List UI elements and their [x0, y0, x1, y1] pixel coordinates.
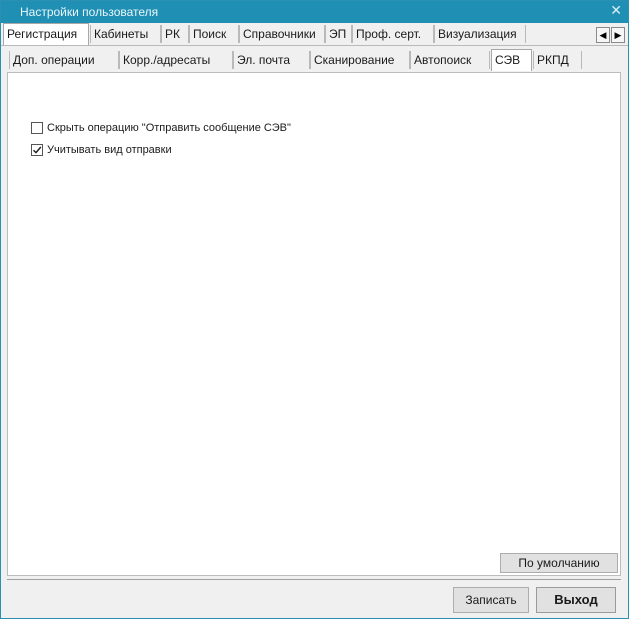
tab-sev[interactable]: СЭВ: [491, 49, 532, 71]
close-icon[interactable]: ✕: [610, 2, 622, 19]
checkmark-icon: [33, 146, 42, 154]
sub-tabs: Доп. операции Корр./адресаты Эл. почта С…: [1, 49, 628, 71]
option-label: Учитывать вид отправки: [47, 144, 172, 156]
exit-button[interactable]: Выход: [536, 587, 616, 613]
footer-separator: [7, 579, 621, 580]
tab-directories[interactable]: Справочники: [239, 25, 325, 43]
checkbox-checked[interactable]: [31, 144, 43, 156]
settings-window: Настройки пользователя ✕ Регистрация Каб…: [0, 0, 629, 619]
tab-ep[interactable]: ЭП: [325, 25, 352, 43]
checkbox[interactable]: [31, 122, 43, 134]
tab-extra-operations[interactable]: Доп. операции: [9, 51, 119, 69]
sev-settings-panel: Скрыть операцию "Отправить сообщение СЭВ…: [7, 72, 621, 576]
tab-autosearch[interactable]: Автопоиск: [410, 51, 490, 69]
tab-search[interactable]: Поиск: [189, 25, 239, 43]
tab-scanning[interactable]: Сканирование: [310, 51, 410, 69]
tab-scroll-buttons: ◀ ▶: [596, 27, 626, 43]
tab-email[interactable]: Эл. почта: [233, 51, 310, 69]
option-label: Скрыть операцию "Отправить сообщение СЭВ…: [47, 122, 291, 134]
tab-divider: [1, 45, 628, 46]
tab-visualization[interactable]: Визуализация: [434, 25, 526, 43]
tab-correspondents[interactable]: Корр./адресаты: [119, 51, 233, 69]
tab-registration[interactable]: Регистрация: [3, 23, 89, 45]
tab-rk[interactable]: РК: [161, 25, 189, 43]
window-title: Настройки пользователя: [20, 5, 159, 19]
save-button[interactable]: Записать: [453, 587, 529, 613]
tab-rkpd[interactable]: РКПД: [533, 51, 582, 69]
main-tabs: Регистрация Кабинеты РК Поиск Справочник…: [1, 23, 628, 45]
chevron-right-icon[interactable]: ▶: [611, 27, 625, 43]
tab-prof-cert[interactable]: Проф. серт.: [352, 25, 434, 43]
title-bar[interactable]: Настройки пользователя ✕: [1, 1, 628, 23]
default-button[interactable]: По умолчанию: [500, 553, 618, 573]
tab-cabinets[interactable]: Кабинеты: [90, 25, 161, 43]
chevron-left-icon[interactable]: ◀: [596, 27, 610, 43]
